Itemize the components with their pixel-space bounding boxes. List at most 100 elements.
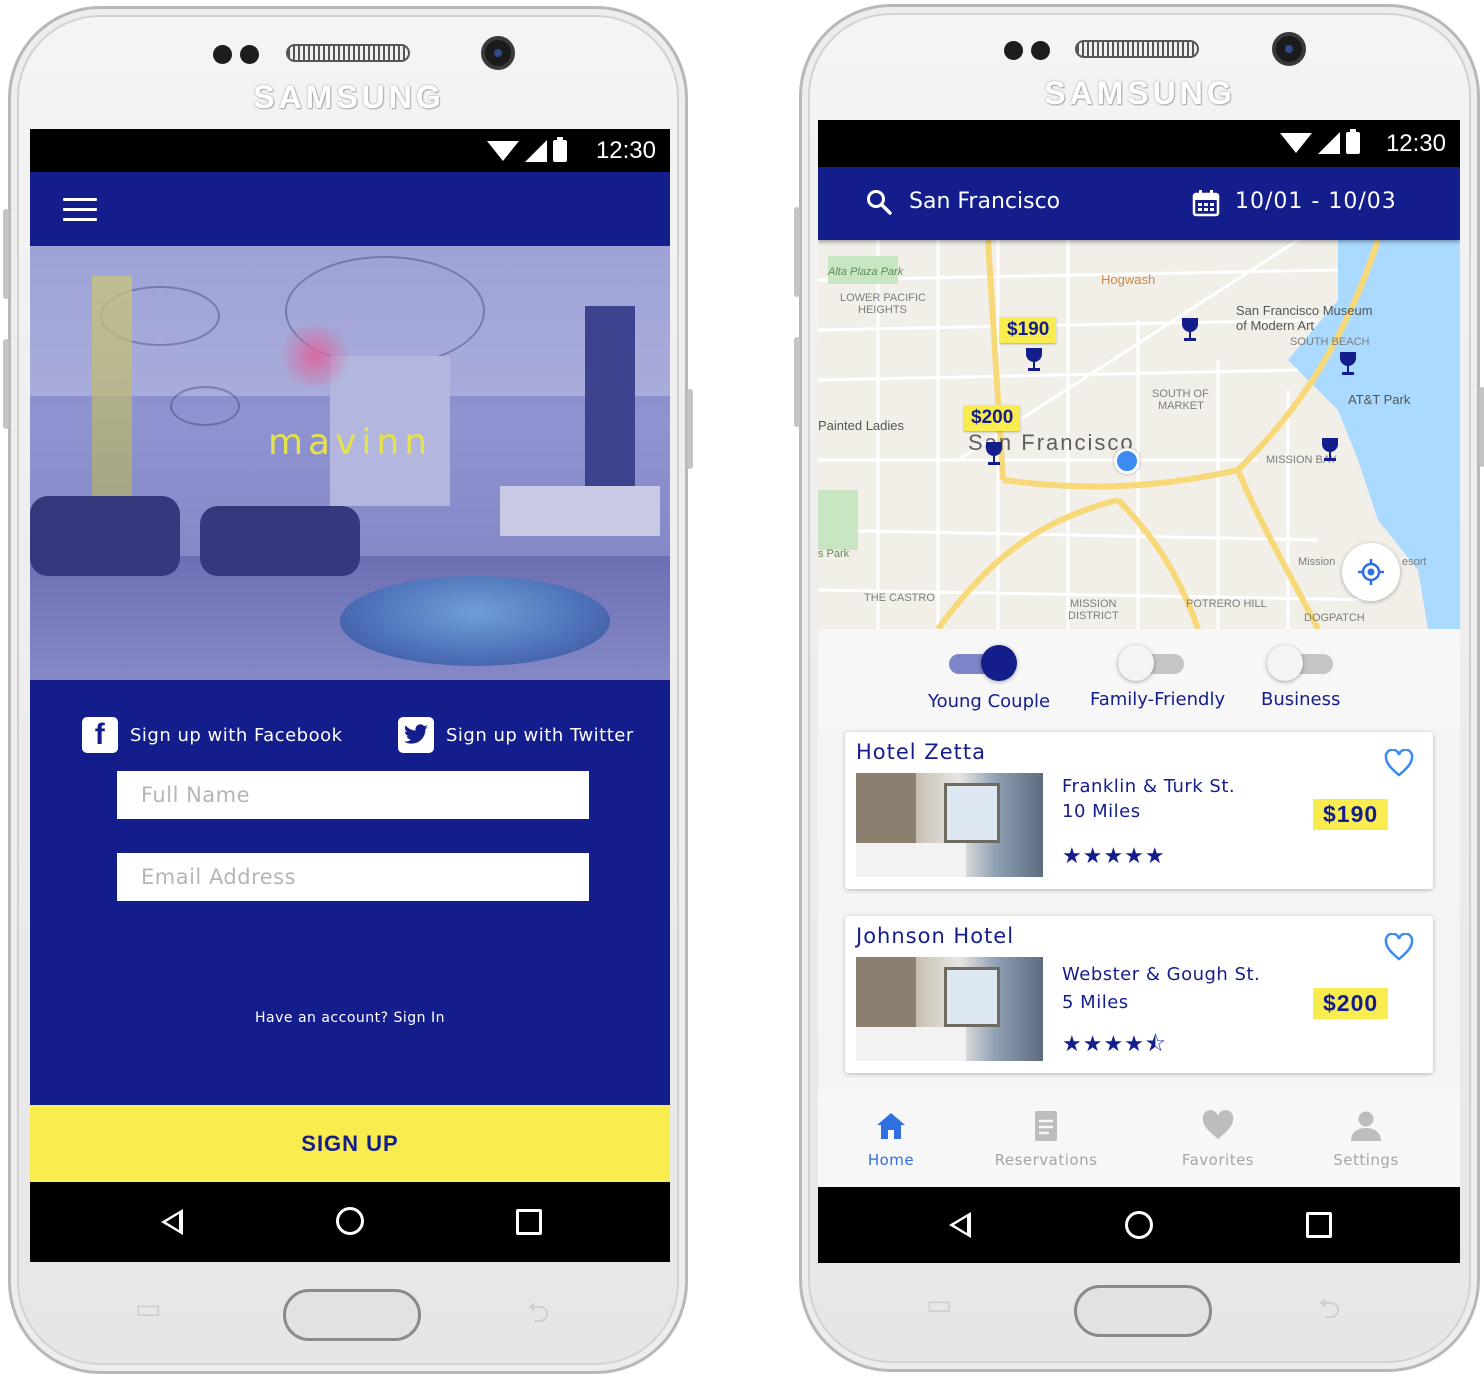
toggle-label: Business	[1261, 689, 1341, 710]
hotel-card[interactable]: Hotel Zetta Franklin & Turk St. 10 Miles…	[845, 732, 1433, 889]
status-time: 12:30	[595, 137, 656, 164]
hotel-pin-icon[interactable]	[1026, 348, 1042, 372]
sensor-dots	[1004, 41, 1050, 60]
menu-icon[interactable]	[63, 198, 97, 221]
family-friendly-toggle[interactable]	[1118, 645, 1188, 681]
volume-button	[794, 207, 800, 297]
back-icon[interactable]	[949, 1212, 971, 1238]
map-view[interactable]: Alta Plaza Park LOWER PACIFIC HEIGHTS Ho…	[818, 240, 1460, 629]
app-name: mavinn	[267, 422, 433, 463]
brand-logo: SAMSUNG	[1044, 75, 1236, 111]
earpiece-speaker	[286, 44, 410, 62]
map-label: esort	[1402, 556, 1427, 568]
map-label: MARKET	[1158, 400, 1204, 412]
favorite-heart-icon[interactable]	[1384, 749, 1414, 777]
twitter-icon	[398, 717, 434, 753]
email-field[interactable]	[117, 853, 589, 901]
person-icon	[1351, 1111, 1381, 1141]
volume-button	[3, 339, 9, 429]
full-name-field[interactable]	[117, 771, 589, 819]
status-time: 12:30	[1385, 130, 1446, 157]
left-screen: 12:30 mavinn f Sign up with Facebook Sig…	[30, 129, 670, 1262]
map-price-tag[interactable]: $200	[964, 405, 1021, 431]
map-price-tag[interactable]: $190	[1000, 317, 1057, 343]
map-label: Alta Plaza Park	[828, 266, 904, 278]
search-icon[interactable]	[866, 189, 892, 215]
back-key-icon: ⮌	[527, 1296, 550, 1329]
hotel-pin-icon[interactable]	[1340, 352, 1356, 376]
tab-label: Reservations	[994, 1151, 1098, 1169]
business-toggle[interactable]	[1267, 645, 1337, 681]
back-icon[interactable]	[161, 1209, 183, 1235]
battery-icon	[553, 137, 567, 162]
tab-settings[interactable]: Settings	[1316, 1089, 1416, 1187]
right-phone-frame: SAMSUNG 12:30 San Francisco 10/01 - 10/0…	[794, 4, 1484, 1372]
hotel-photo	[856, 957, 1043, 1061]
hotel-pin-icon[interactable]	[1322, 438, 1338, 462]
hardware-home-button[interactable]	[1074, 1285, 1212, 1337]
map-label: San Francisco Museum	[1236, 303, 1373, 318]
tab-label: Favorites	[1181, 1151, 1255, 1169]
map-label: LOWER PACIFIC	[840, 292, 926, 304]
volume-button	[3, 209, 9, 299]
volume-button	[794, 337, 800, 427]
heart-icon	[1202, 1110, 1234, 1139]
hotel-pin-icon[interactable]	[1182, 318, 1198, 342]
signup-button[interactable]: SIGN UP	[30, 1105, 670, 1182]
front-camera	[1272, 32, 1306, 66]
young-couple-toggle[interactable]	[949, 645, 1019, 681]
hotel-photo	[856, 773, 1043, 877]
toggle-label: Family-Friendly	[1090, 689, 1226, 710]
right-screen: 12:30 San Francisco 10/01 - 10/03 Alta P…	[818, 120, 1460, 1263]
bottom-tab-bar: Home Reservations Favorites Settings	[818, 1089, 1460, 1187]
search-header: San Francisco 10/01 - 10/03	[818, 167, 1460, 240]
system-nav-bar	[30, 1182, 670, 1262]
map-label: DOGPATCH	[1304, 612, 1365, 624]
signal-icon	[525, 140, 547, 162]
map-label: DISTRICT	[1068, 610, 1119, 622]
recent-apps-icon[interactable]	[1306, 1212, 1332, 1238]
wifi-icon	[487, 141, 519, 161]
earpiece-speaker	[1075, 40, 1199, 58]
date-range[interactable]: 10/01 - 10/03	[1235, 189, 1397, 214]
map-label: SOUTH BEACH	[1290, 336, 1370, 348]
map-label: AT&T Park	[1348, 392, 1411, 407]
crosshair-icon	[1358, 559, 1384, 585]
map-label: SOUTH OF	[1152, 388, 1209, 400]
wifi-icon	[1280, 133, 1312, 153]
tab-home[interactable]: Home	[841, 1089, 941, 1187]
facebook-signup-button[interactable]: f Sign up with Facebook	[82, 717, 343, 753]
locate-me-button[interactable]	[1342, 543, 1400, 601]
map-label: s Park	[818, 548, 850, 560]
map-label: Hogwash	[1101, 272, 1156, 287]
twitter-signup-button[interactable]: Sign up with Twitter	[398, 717, 634, 753]
home-circle-icon[interactable]	[1125, 1211, 1153, 1239]
hotel-pin-icon[interactable]	[986, 442, 1002, 466]
map-label: HEIGHTS	[858, 304, 907, 316]
front-camera	[481, 36, 515, 70]
search-city[interactable]: San Francisco	[909, 189, 1060, 214]
tab-favorites[interactable]: Favorites	[1163, 1089, 1273, 1187]
map-label: THE CASTRO	[864, 592, 935, 604]
signin-link[interactable]: Have an account? Sign In	[30, 1010, 670, 1026]
facebook-icon: f	[82, 717, 118, 753]
hotel-card[interactable]: Johnson Hotel Webster & Gough St. 5 Mile…	[845, 916, 1433, 1073]
favorite-heart-icon[interactable]	[1384, 933, 1414, 961]
current-location-dot	[1114, 448, 1140, 474]
star-rating: ★★★★⯪	[1062, 1032, 1167, 1057]
hotel-address: Franklin & Turk St.	[1062, 776, 1236, 797]
tab-reservations[interactable]: Reservations	[981, 1089, 1111, 1187]
back-key-icon: ⮌	[1318, 1292, 1341, 1325]
hardware-home-button[interactable]	[283, 1289, 421, 1341]
hotel-price: $200	[1313, 988, 1389, 1019]
map-label: MISSION	[1070, 598, 1117, 610]
filter-toggles: Young Couple Family-Friendly Business	[818, 629, 1460, 729]
twitter-signup-label: Sign up with Twitter	[446, 724, 634, 746]
recent-apps-icon[interactable]	[516, 1209, 542, 1235]
calendar-icon[interactable]	[1192, 189, 1220, 217]
home-circle-icon[interactable]	[336, 1207, 364, 1235]
status-bar: 12:30	[818, 120, 1460, 167]
hero-image: mavinn	[30, 246, 670, 680]
left-phone-frame: SAMSUNG 12:30 mavinn f Sign up with Face…	[3, 6, 693, 1374]
signal-icon	[1318, 132, 1340, 154]
